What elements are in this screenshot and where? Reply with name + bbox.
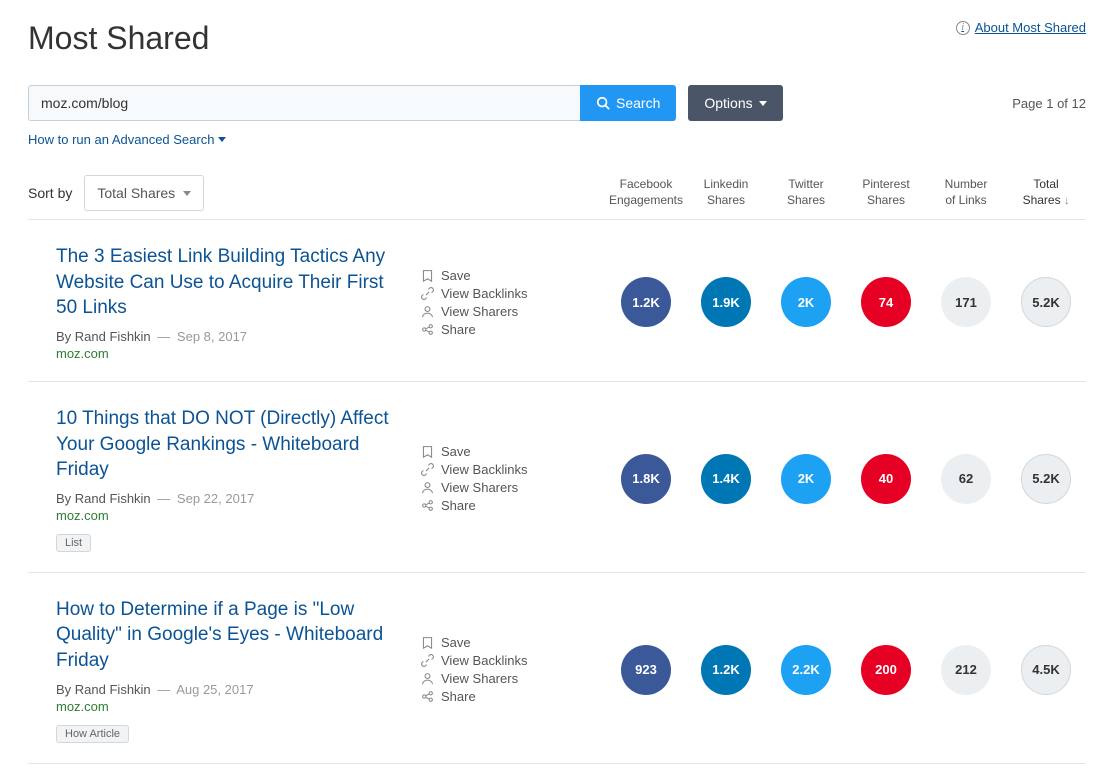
share-icon xyxy=(420,499,434,512)
save-action[interactable]: Save xyxy=(420,268,560,283)
view-backlinks-action[interactable]: View Backlinks xyxy=(420,286,560,301)
advanced-search-label: How to run an Advanced Search xyxy=(28,132,214,147)
result-date: Sep 8, 2017 xyxy=(177,329,247,344)
about-link-label: About Most Shared xyxy=(975,20,1086,35)
save-action[interactable]: Save xyxy=(420,635,560,650)
linkedin-metric: 1.4K xyxy=(701,454,751,504)
bookmark-icon xyxy=(420,636,434,649)
twitter-metric: 2K xyxy=(781,454,831,504)
result-date: Sep 22, 2017 xyxy=(177,491,254,506)
pinterest-metric: 40 xyxy=(861,454,911,504)
view-sharers-action[interactable]: View Sharers xyxy=(420,480,560,495)
view-sharers-action[interactable]: View Sharers xyxy=(420,671,560,686)
options-button-label: Options xyxy=(704,95,752,111)
facebook-metric: 1.2K xyxy=(621,277,671,327)
chevron-down-icon xyxy=(759,101,767,106)
share-action[interactable]: Share xyxy=(420,498,560,513)
about-link[interactable]: i About Most Shared xyxy=(956,20,1086,35)
result-title-link[interactable]: The 3 Easiest Link Building Tactics Any … xyxy=(56,244,408,321)
result-author: Rand Fishkin xyxy=(75,682,151,697)
result-tags: List xyxy=(56,533,408,552)
share-icon xyxy=(420,690,434,703)
linkedin-metric: 1.9K xyxy=(701,277,751,327)
col-facebook[interactable]: FacebookEngagements xyxy=(606,177,686,208)
result-byline: By Rand Fishkin — Sep 8, 2017 xyxy=(56,329,408,344)
view-backlinks-action[interactable]: View Backlinks xyxy=(420,462,560,477)
result-author: Rand Fishkin xyxy=(75,491,151,506)
pinterest-metric: 74 xyxy=(861,277,911,327)
page-title: Most Shared xyxy=(28,20,209,57)
result-tags: How Article xyxy=(56,724,408,743)
user-icon xyxy=(420,672,434,685)
result-date: Aug 25, 2017 xyxy=(176,682,253,697)
share-action[interactable]: Share xyxy=(420,322,560,337)
result-row: The 3 Easiest Link Building Tactics Any … xyxy=(28,220,1086,382)
facebook-metric: 923 xyxy=(621,645,671,695)
search-icon xyxy=(596,96,610,110)
result-title-link[interactable]: How to Determine if a Page is "Low Quali… xyxy=(56,597,408,674)
link-icon xyxy=(420,463,434,476)
info-icon: i xyxy=(956,21,970,35)
save-action[interactable]: Save xyxy=(420,444,560,459)
result-domain[interactable]: moz.com xyxy=(56,699,408,714)
facebook-metric: 1.8K xyxy=(621,454,671,504)
col-twitter[interactable]: TwitterShares xyxy=(766,177,846,208)
col-links[interactable]: Numberof Links xyxy=(926,177,1006,208)
user-icon xyxy=(420,305,434,318)
column-headers: FacebookEngagements LinkedinShares Twitt… xyxy=(606,177,1086,208)
links-metric: 62 xyxy=(941,454,991,504)
col-total[interactable]: TotalShares ↓ xyxy=(1006,177,1086,208)
bookmark-icon xyxy=(420,445,434,458)
linkedin-metric: 1.2K xyxy=(701,645,751,695)
sort-by-label: Sort by xyxy=(28,185,72,201)
search-button-label: Search xyxy=(616,95,660,111)
sort-arrow-down-icon: ↓ xyxy=(1064,195,1070,207)
share-action[interactable]: Share xyxy=(420,689,560,704)
view-sharers-action[interactable]: View Sharers xyxy=(420,304,560,319)
share-icon xyxy=(420,323,434,336)
result-byline: By Rand Fishkin — Sep 22, 2017 xyxy=(56,491,408,506)
twitter-metric: 2K xyxy=(781,277,831,327)
bookmark-icon xyxy=(420,269,434,282)
page-indicator: Page 1 of 12 xyxy=(1012,96,1086,111)
links-metric: 212 xyxy=(941,645,991,695)
chevron-down-icon xyxy=(218,137,226,142)
sort-selected: Total Shares xyxy=(97,185,175,201)
total-metric: 5.2K xyxy=(1021,277,1071,327)
user-icon xyxy=(420,481,434,494)
links-metric: 171 xyxy=(941,277,991,327)
result-domain[interactable]: moz.com xyxy=(56,508,408,523)
advanced-search-link[interactable]: How to run an Advanced Search xyxy=(28,132,226,147)
result-tag: How Article xyxy=(56,725,129,743)
options-button[interactable]: Options xyxy=(688,85,782,121)
result-title-link[interactable]: 10 Things that DO NOT (Directly) Affect … xyxy=(56,406,408,483)
pinterest-metric: 200 xyxy=(861,645,911,695)
sort-select[interactable]: Total Shares xyxy=(84,175,204,211)
result-author: Rand Fishkin xyxy=(75,329,151,344)
result-byline: By Rand Fishkin — Aug 25, 2017 xyxy=(56,682,408,697)
result-row: How to Determine if a Page is "Low Quali… xyxy=(28,573,1086,764)
search-input[interactable] xyxy=(28,85,580,121)
result-domain[interactable]: moz.com xyxy=(56,346,408,361)
total-metric: 4.5K xyxy=(1021,645,1071,695)
total-metric: 5.2K xyxy=(1021,454,1071,504)
result-tag: List xyxy=(56,534,91,552)
view-backlinks-action[interactable]: View Backlinks xyxy=(420,653,560,668)
link-icon xyxy=(420,287,434,300)
chevron-down-icon xyxy=(183,191,191,196)
col-pinterest[interactable]: PinterestShares xyxy=(846,177,926,208)
col-linkedin[interactable]: LinkedinShares xyxy=(686,177,766,208)
search-button[interactable]: Search xyxy=(580,85,676,121)
result-row: 10 Things that DO NOT (Directly) Affect … xyxy=(28,382,1086,573)
twitter-metric: 2.2K xyxy=(781,645,831,695)
link-icon xyxy=(420,654,434,667)
